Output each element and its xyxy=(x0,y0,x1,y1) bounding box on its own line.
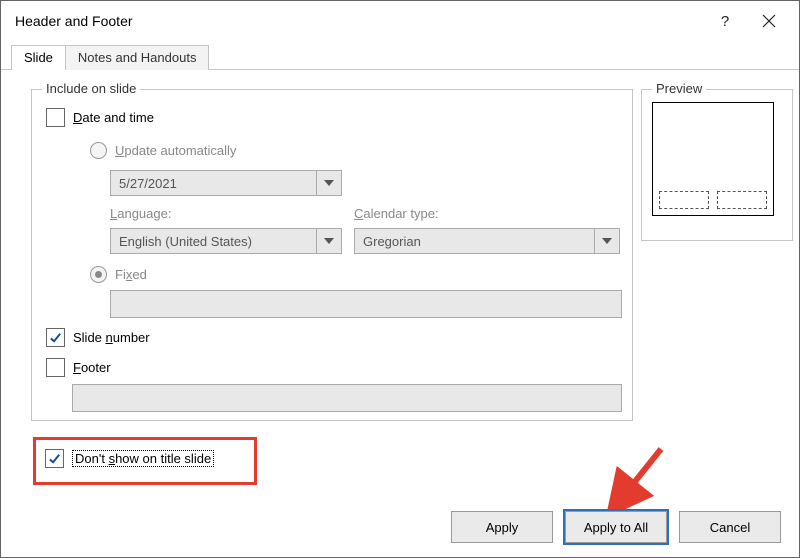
chevron-down-icon xyxy=(324,178,334,188)
fixed-label: Fixed xyxy=(115,267,147,282)
preview-placeholder-right xyxy=(717,191,767,209)
close-button[interactable] xyxy=(747,5,791,37)
tab-strip: Slide Notes and Handouts xyxy=(1,41,799,70)
close-icon xyxy=(762,14,776,28)
check-icon xyxy=(49,331,62,344)
language-dropdown-button[interactable] xyxy=(316,228,342,254)
date-and-time-checkbox[interactable] xyxy=(46,108,65,127)
include-on-slide-group: Include on slide Date and time Update au… xyxy=(31,89,633,421)
date-format-combo[interactable]: 5/27/2021 xyxy=(110,170,342,196)
calendar-type-label-row: Calendar type: xyxy=(354,206,439,221)
chevron-down-icon xyxy=(602,236,612,246)
calendar-type-label: Calendar type: xyxy=(354,206,439,221)
preview-slide-thumb xyxy=(652,102,774,216)
date-and-time-label: Date and time xyxy=(73,110,154,125)
title-bar: Header and Footer ? xyxy=(1,1,799,41)
fixed-radio[interactable] xyxy=(90,266,107,283)
preview-legend: Preview xyxy=(652,81,706,96)
apply-button[interactable]: Apply xyxy=(451,511,553,543)
dialog-body: Include on slide Date and time Update au… xyxy=(11,71,789,497)
date-format-dropdown-button[interactable] xyxy=(316,170,342,196)
calendar-type-dropdown-button[interactable] xyxy=(594,228,620,254)
tab-notes-handouts[interactable]: Notes and Handouts xyxy=(65,45,210,70)
fixed-date-textbox[interactable] xyxy=(110,290,622,318)
footer-checkbox[interactable] xyxy=(46,358,65,377)
dialog-title: Header and Footer xyxy=(15,13,703,29)
dont-show-on-title-slide-row[interactable]: Don't show on title slide xyxy=(45,449,214,468)
dont-show-on-title-slide-checkbox[interactable] xyxy=(45,449,64,468)
calendar-type-value: Gregorian xyxy=(354,228,594,254)
header-footer-dialog: Header and Footer ? Slide Notes and Hand… xyxy=(0,0,800,558)
help-button[interactable]: ? xyxy=(703,5,747,37)
language-label: Language: xyxy=(110,206,171,221)
footer-row[interactable]: Footer xyxy=(46,358,111,377)
update-automatically-row[interactable]: Update automatically xyxy=(90,142,236,159)
preview-placeholder-left xyxy=(659,191,709,209)
help-icon: ? xyxy=(721,13,729,30)
footer-textbox[interactable] xyxy=(72,384,622,412)
footer-label: Footer xyxy=(73,360,111,375)
slide-number-label: Slide number xyxy=(73,330,150,345)
language-combo[interactable]: English (United States) xyxy=(110,228,342,254)
tab-slide[interactable]: Slide xyxy=(11,45,66,70)
fixed-row[interactable]: Fixed xyxy=(90,266,147,283)
apply-to-all-button[interactable]: Apply to All xyxy=(565,511,667,543)
preview-group: Preview xyxy=(641,89,793,241)
update-automatically-radio[interactable] xyxy=(90,142,107,159)
check-icon xyxy=(48,452,61,465)
cancel-button[interactable]: Cancel xyxy=(679,511,781,543)
chevron-down-icon xyxy=(324,236,334,246)
slide-number-checkbox[interactable] xyxy=(46,328,65,347)
include-on-slide-legend: Include on slide xyxy=(42,81,140,96)
date-format-value: 5/27/2021 xyxy=(110,170,316,196)
update-automatically-label: Update automatically xyxy=(115,143,236,158)
calendar-type-combo[interactable]: Gregorian xyxy=(354,228,620,254)
dont-show-on-title-slide-label: Don't show on title slide xyxy=(72,450,214,467)
language-value: English (United States) xyxy=(110,228,316,254)
date-and-time-row[interactable]: Date and time xyxy=(46,108,154,127)
dialog-button-row: Apply Apply to All Cancel xyxy=(451,511,781,543)
language-label-row: Language: xyxy=(110,206,171,221)
slide-number-row[interactable]: Slide number xyxy=(46,328,150,347)
